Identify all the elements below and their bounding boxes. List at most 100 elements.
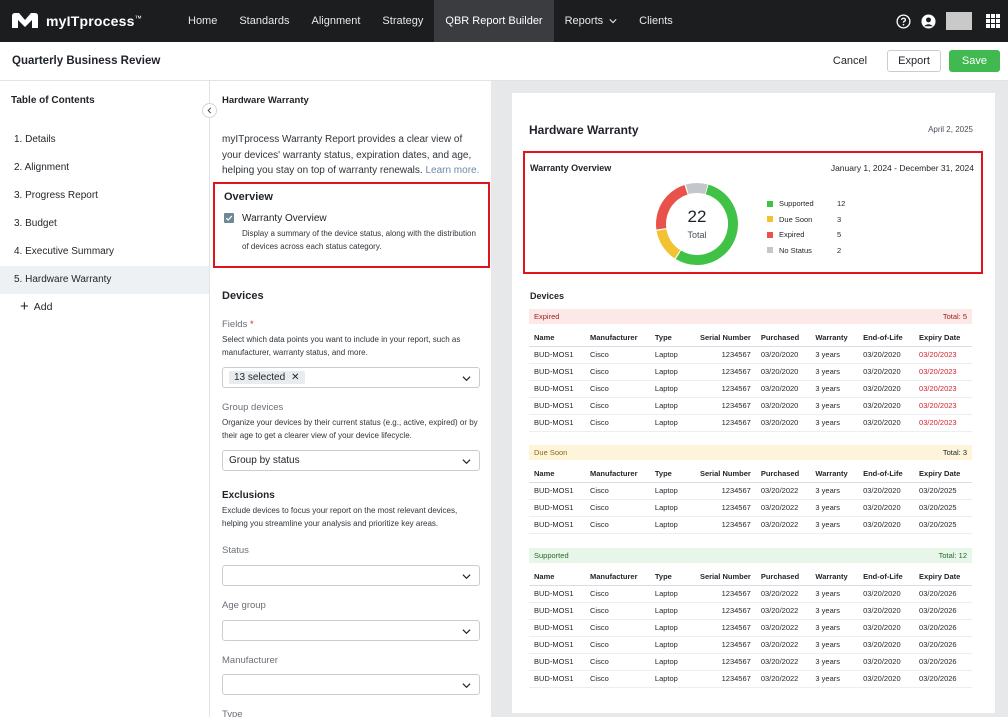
brand-logo[interactable]: myITprocess™ (10, 12, 170, 30)
plus-icon: + (20, 298, 29, 315)
table-cell: 1234567 (687, 636, 756, 654)
table-cell: Cisco (584, 670, 650, 688)
toc-item-hardware-warranty[interactable]: 5. Hardware Warranty (0, 266, 209, 294)
table-cell: 3 years (810, 397, 859, 415)
manufacturer-select[interactable] (222, 674, 480, 695)
table-row[interactable]: BUD-MOS1 Cisco Laptop 1234567 03/20/2022 3 ye… (529, 653, 972, 671)
table-cell: 03/20/2020 (858, 397, 915, 415)
table-cell: Cisco (584, 397, 650, 415)
fields-select[interactable]: 13 selected ✕ (222, 367, 480, 388)
group-devices-select[interactable]: Group by status (222, 450, 480, 471)
donut-total-label: Total (687, 230, 707, 240)
toc-item-alignment[interactable]: 2. Alignment (0, 154, 209, 182)
due-soon-table: Name Manufacturer Type Serial Number Purchas… (529, 465, 972, 534)
table-cell: 1234567 (687, 414, 756, 432)
collapse-panel-button[interactable] (202, 103, 217, 118)
table-cell: Cisco (584, 585, 650, 603)
table-row[interactable]: BUD-MOS1 Cisco Laptop 1234567 03/20/2020 3 ye… (529, 363, 972, 381)
table-cell: 3 years (810, 653, 859, 671)
nav-alignment[interactable]: Alignment (301, 0, 372, 42)
config-description: myITprocess Warranty Report provides a c… (222, 132, 484, 179)
chevron-down-icon (462, 459, 471, 465)
group-supported-band: Supported Total: 12 (529, 548, 972, 563)
column-header: Type (649, 568, 688, 586)
nav-qbr-report-builder[interactable]: QBR Report Builder (434, 0, 554, 42)
nav-home[interactable]: Home (177, 0, 228, 42)
help-icon[interactable] (896, 13, 911, 29)
table-cell: 03/20/2022 (755, 499, 811, 517)
status-select[interactable] (222, 565, 480, 586)
table-row[interactable]: BUD-MOS1 Cisco Laptop 1234567 03/20/2022 3 ye… (529, 499, 972, 517)
table-cell: 1234567 (687, 363, 756, 381)
toc-item-details[interactable]: 1. Details (0, 126, 209, 154)
table-cell: 03/20/2022 (755, 482, 811, 500)
table-cell: 03/20/2023 (914, 363, 972, 381)
table-cell: 03/20/2020 (858, 499, 915, 517)
nav-strategy-label: Strategy (382, 15, 424, 27)
table-cell: Laptop (649, 585, 688, 603)
table-cell: Laptop (649, 397, 688, 415)
nav-strategy[interactable]: Strategy (371, 0, 434, 42)
table-cell: 1234567 (687, 602, 756, 620)
table-cell: 03/20/2020 (858, 346, 915, 364)
export-button[interactable]: Export (887, 50, 941, 72)
table-cell: 03/20/2020 (858, 653, 915, 671)
table-row[interactable]: BUD-MOS1 Cisco Laptop 1234567 03/20/2022 3 ye… (529, 482, 972, 500)
nav-standards[interactable]: Standards (228, 0, 300, 42)
table-row[interactable]: BUD-MOS1 Cisco Laptop 1234567 03/20/2020 3 ye… (529, 414, 972, 432)
table-cell: BUD-MOS1 (529, 380, 585, 398)
table-cell: 1234567 (687, 499, 756, 517)
supported-table: Name Manufacturer Type Serial Number Purchas… (529, 568, 972, 688)
table-cell: Laptop (649, 380, 688, 398)
age-group-select[interactable] (222, 620, 480, 641)
table-cell: 03/20/2022 (755, 619, 811, 637)
cancel-button[interactable]: Cancel (821, 50, 879, 72)
table-row[interactable]: BUD-MOS1 Cisco Laptop 1234567 03/20/2022 3 ye… (529, 636, 972, 654)
table-row[interactable]: BUD-MOS1 Cisco Laptop 1234567 03/20/2022 3 ye… (529, 585, 972, 603)
page-header: Quarterly Business Review Cancel Export … (0, 42, 1008, 81)
warranty-overview-checkbox[interactable] (224, 213, 234, 223)
table-cell: 03/20/2020 (755, 414, 811, 432)
warranty-overview-title: Warranty Overview (530, 163, 612, 173)
table-row[interactable]: BUD-MOS1 Cisco Laptop 1234567 03/20/2020 3 ye… (529, 346, 972, 364)
table-cell: 03/20/2020 (858, 380, 915, 398)
table-cell: 03/20/2023 (914, 346, 972, 364)
toc-item-progress-report[interactable]: 3. Progress Report (0, 182, 209, 210)
group-devices-value: Group by status (229, 455, 300, 466)
add-section-button[interactable]: + Add (20, 298, 209, 315)
table-cell: Cisco (584, 653, 650, 671)
table-cell: BUD-MOS1 (529, 516, 585, 534)
table-row[interactable]: BUD-MOS1 Cisco Laptop 1234567 03/20/2020 3 ye… (529, 397, 972, 415)
table-row[interactable]: BUD-MOS1 Cisco Laptop 1234567 03/20/2022 3 ye… (529, 602, 972, 620)
table-row[interactable]: BUD-MOS1 Cisco Laptop 1234567 03/20/2022 3 ye… (529, 619, 972, 637)
table-cell: 03/20/2023 (914, 414, 972, 432)
table-cell: 3 years (810, 636, 859, 654)
avatar[interactable] (946, 12, 972, 30)
table-cell: 03/20/2020 (755, 380, 811, 398)
toc-item-executive-summary[interactable]: 4. Executive Summary (0, 238, 209, 266)
table-cell: 03/20/2020 (858, 670, 915, 688)
table-row[interactable]: BUD-MOS1 Cisco Laptop 1234567 03/20/2020 3 ye… (529, 380, 972, 398)
group-label: Expired (534, 312, 560, 321)
apps-grid-icon[interactable] (986, 14, 1000, 28)
nav-clients[interactable]: Clients (628, 0, 684, 42)
table-cell: Laptop (649, 516, 688, 534)
toc-item-budget[interactable]: 3. Budget (0, 210, 209, 238)
column-header: Manufacturer (584, 329, 650, 347)
warranty-overview-panel: Warranty Overview January 1, 2024 - Dece… (523, 151, 983, 274)
devices-heading: Devices (222, 290, 264, 302)
table-row[interactable]: BUD-MOS1 Cisco Laptop 1234567 03/20/2022 3 ye… (529, 516, 972, 534)
legend-name: Supported (779, 199, 814, 209)
save-button[interactable]: Save (948, 50, 1000, 72)
clear-selection-icon[interactable]: ✕ (291, 372, 299, 383)
nav-reports[interactable]: Reports (554, 0, 629, 42)
table-cell: 03/20/2026 (914, 619, 972, 637)
user-icon[interactable] (921, 13, 936, 29)
table-cell: 1234567 (687, 585, 756, 603)
table-row[interactable]: BUD-MOS1 Cisco Laptop 1234567 03/20/2022 3 ye… (529, 670, 972, 688)
learn-more-link[interactable]: Learn more. (425, 165, 479, 176)
table-cell: Cisco (584, 499, 650, 517)
table-cell: 03/20/2022 (755, 516, 811, 534)
toc-list: 1. Details 2. Alignment 3. Progress Repo… (0, 126, 209, 294)
table-cell: 1234567 (687, 380, 756, 398)
